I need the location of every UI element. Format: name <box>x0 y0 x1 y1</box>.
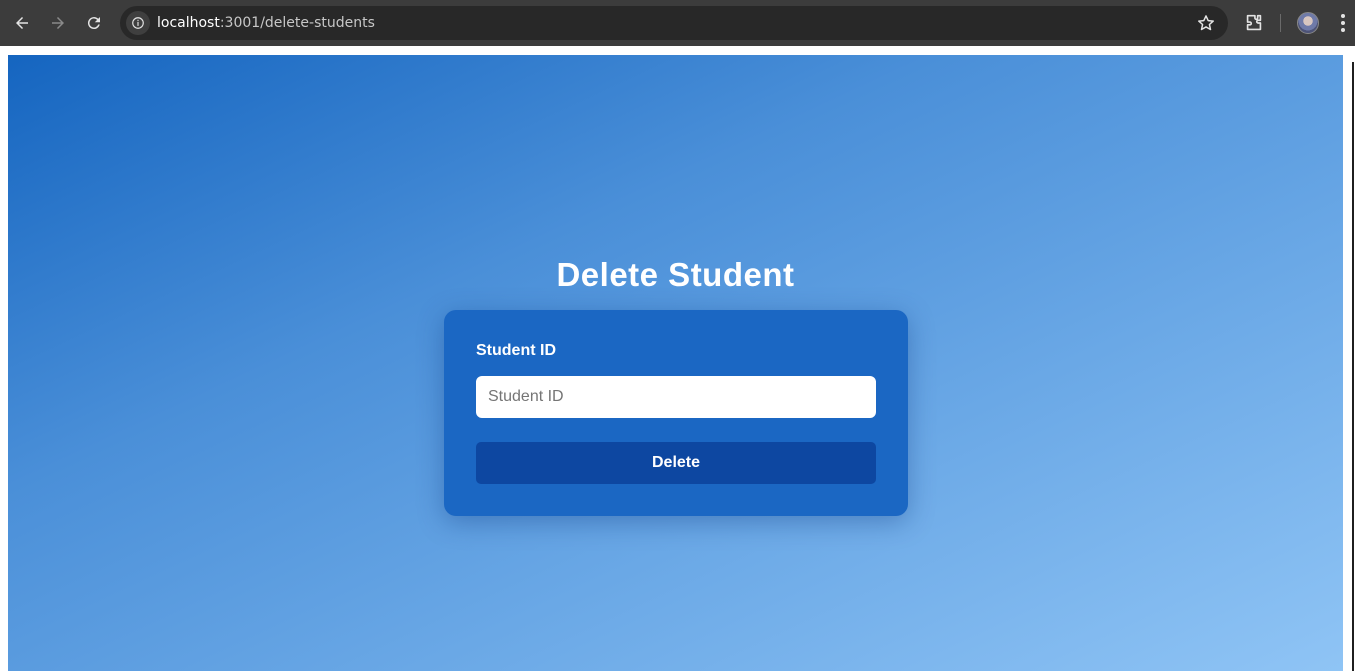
scrollbar-edge <box>1352 62 1354 671</box>
delete-button[interactable]: Delete <box>476 442 876 484</box>
forward-button[interactable] <box>43 8 73 38</box>
address-bar[interactable]: localhost:3001/delete-students <box>120 6 1228 40</box>
info-icon <box>132 17 144 29</box>
avatar[interactable] <box>1297 12 1319 34</box>
arrow-left-icon <box>16 17 28 29</box>
delete-student-form: Student ID Delete <box>444 310 908 516</box>
back-button[interactable] <box>7 8 37 38</box>
site-info-button[interactable] <box>126 11 150 35</box>
toolbar-divider <box>1280 14 1281 32</box>
reload-icon <box>87 17 100 30</box>
page-title: Delete Student <box>556 256 795 293</box>
arrow-right-icon <box>52 17 64 29</box>
url-path: :3001/delete-students <box>219 15 375 31</box>
puzzle-icon[interactable] <box>1243 12 1265 34</box>
star-icon[interactable] <box>1196 13 1216 33</box>
url-host: localhost <box>157 15 220 31</box>
page-viewport: Delete Student Student ID Delete <box>8 55 1343 671</box>
student-id-input[interactable] <box>476 376 876 418</box>
student-id-label: Student ID <box>476 342 556 359</box>
url-text: localhost:3001/delete-students <box>157 15 375 31</box>
kebab-menu-icon[interactable] <box>1334 12 1352 34</box>
reload-button[interactable] <box>79 8 109 38</box>
browser-toolbar: localhost:3001/delete-students <box>0 0 1355 46</box>
